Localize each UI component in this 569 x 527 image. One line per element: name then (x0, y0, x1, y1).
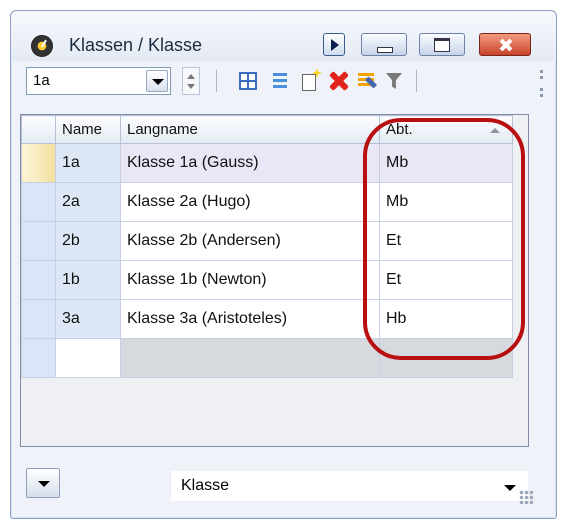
classes-table: Name Langname Abt. 1a Klasse 1a (Gauss) … (21, 115, 513, 378)
chevron-down-icon[interactable] (146, 70, 168, 92)
window-title: Klassen / Klasse (69, 35, 203, 55)
bottom-bar: Klasse (10, 458, 537, 508)
record-combo[interactable]: 1a (26, 67, 171, 95)
grid-detail-icon[interactable] (237, 70, 259, 92)
table-row[interactable]: 2a Klasse 2a (Hugo) Mb (21, 182, 513, 222)
table-row[interactable]: 1a Klasse 1a (Gauss) Mb (21, 143, 513, 183)
cell-name[interactable]: 1a (55, 143, 121, 183)
title-bar[interactable]: Klassen / Klasse (11, 11, 556, 61)
minimize-button[interactable] (361, 33, 407, 56)
cell-langname[interactable]: Klasse 1b (Newton) (120, 260, 380, 300)
column-header-langname[interactable]: Langname (120, 115, 380, 144)
new-record-row[interactable] (21, 338, 513, 378)
toolbar: 1a (26, 64, 543, 102)
cell-langname[interactable]: Klasse 2a (Hugo) (120, 182, 380, 222)
cell-langname[interactable]: Klasse 1a (Gauss) (120, 143, 380, 183)
table-row[interactable]: 3a Klasse 3a (Aristoteles) Hb (21, 299, 513, 339)
cell-abt-new[interactable] (379, 338, 513, 378)
cell-name[interactable]: 2a (55, 182, 121, 222)
record-spinner[interactable] (182, 67, 200, 95)
cell-abt[interactable]: Hb (379, 299, 513, 339)
chevron-down-icon[interactable] (504, 485, 516, 491)
column-header-name[interactable]: Name (55, 115, 121, 144)
column-header-abt[interactable]: Abt. (379, 115, 513, 144)
filter-icon[interactable] (383, 70, 405, 92)
record-combo-value: 1a (33, 72, 50, 89)
close-button[interactable] (479, 33, 531, 56)
play-icon[interactable] (323, 33, 345, 56)
cell-name-new[interactable] (55, 338, 121, 378)
cell-name[interactable]: 2b (55, 221, 121, 261)
table-row[interactable]: 2b Klasse 2b (Andersen) Et (21, 221, 513, 261)
cell-name[interactable]: 1b (55, 260, 121, 300)
delete-icon[interactable] (327, 70, 349, 92)
row-indicator[interactable] (21, 299, 56, 339)
cell-abt[interactable]: Et (379, 221, 513, 261)
view-menu-button[interactable] (26, 468, 60, 498)
row-header-corner (21, 115, 56, 144)
resize-grip-icon[interactable] (519, 490, 533, 504)
cell-langname-new[interactable] (120, 338, 380, 378)
maximize-button[interactable] (419, 33, 465, 56)
toolbar-separator (216, 70, 217, 92)
cell-langname[interactable]: Klasse 2b (Andersen) (120, 221, 380, 261)
row-indicator[interactable] (21, 221, 56, 261)
view-select-value: Klasse (181, 477, 230, 494)
app-clock-icon (31, 35, 53, 57)
row-indicator[interactable] (21, 143, 56, 183)
row-indicator[interactable] (21, 260, 56, 300)
cell-name[interactable]: 3a (55, 299, 121, 339)
table-row[interactable]: 1b Klasse 1b (Newton) Et (21, 260, 513, 300)
cell-langname[interactable]: Klasse 3a (Aristoteles) (120, 299, 380, 339)
toolbar-separator (416, 70, 417, 92)
view-select[interactable]: Klasse (170, 470, 529, 502)
classes-grid: Name Langname Abt. 1a Klasse 1a (Gauss) … (20, 114, 529, 447)
list-icon[interactable] (269, 70, 291, 92)
row-indicator[interactable] (21, 182, 56, 222)
toolbar-grip[interactable] (538, 66, 546, 100)
cell-abt[interactable]: Et (379, 260, 513, 300)
edit-icon[interactable] (355, 70, 378, 92)
row-indicator[interactable] (21, 338, 56, 378)
new-record-icon[interactable] (299, 68, 322, 92)
cell-abt[interactable]: Mb (379, 143, 513, 183)
cell-abt[interactable]: Mb (379, 182, 513, 222)
